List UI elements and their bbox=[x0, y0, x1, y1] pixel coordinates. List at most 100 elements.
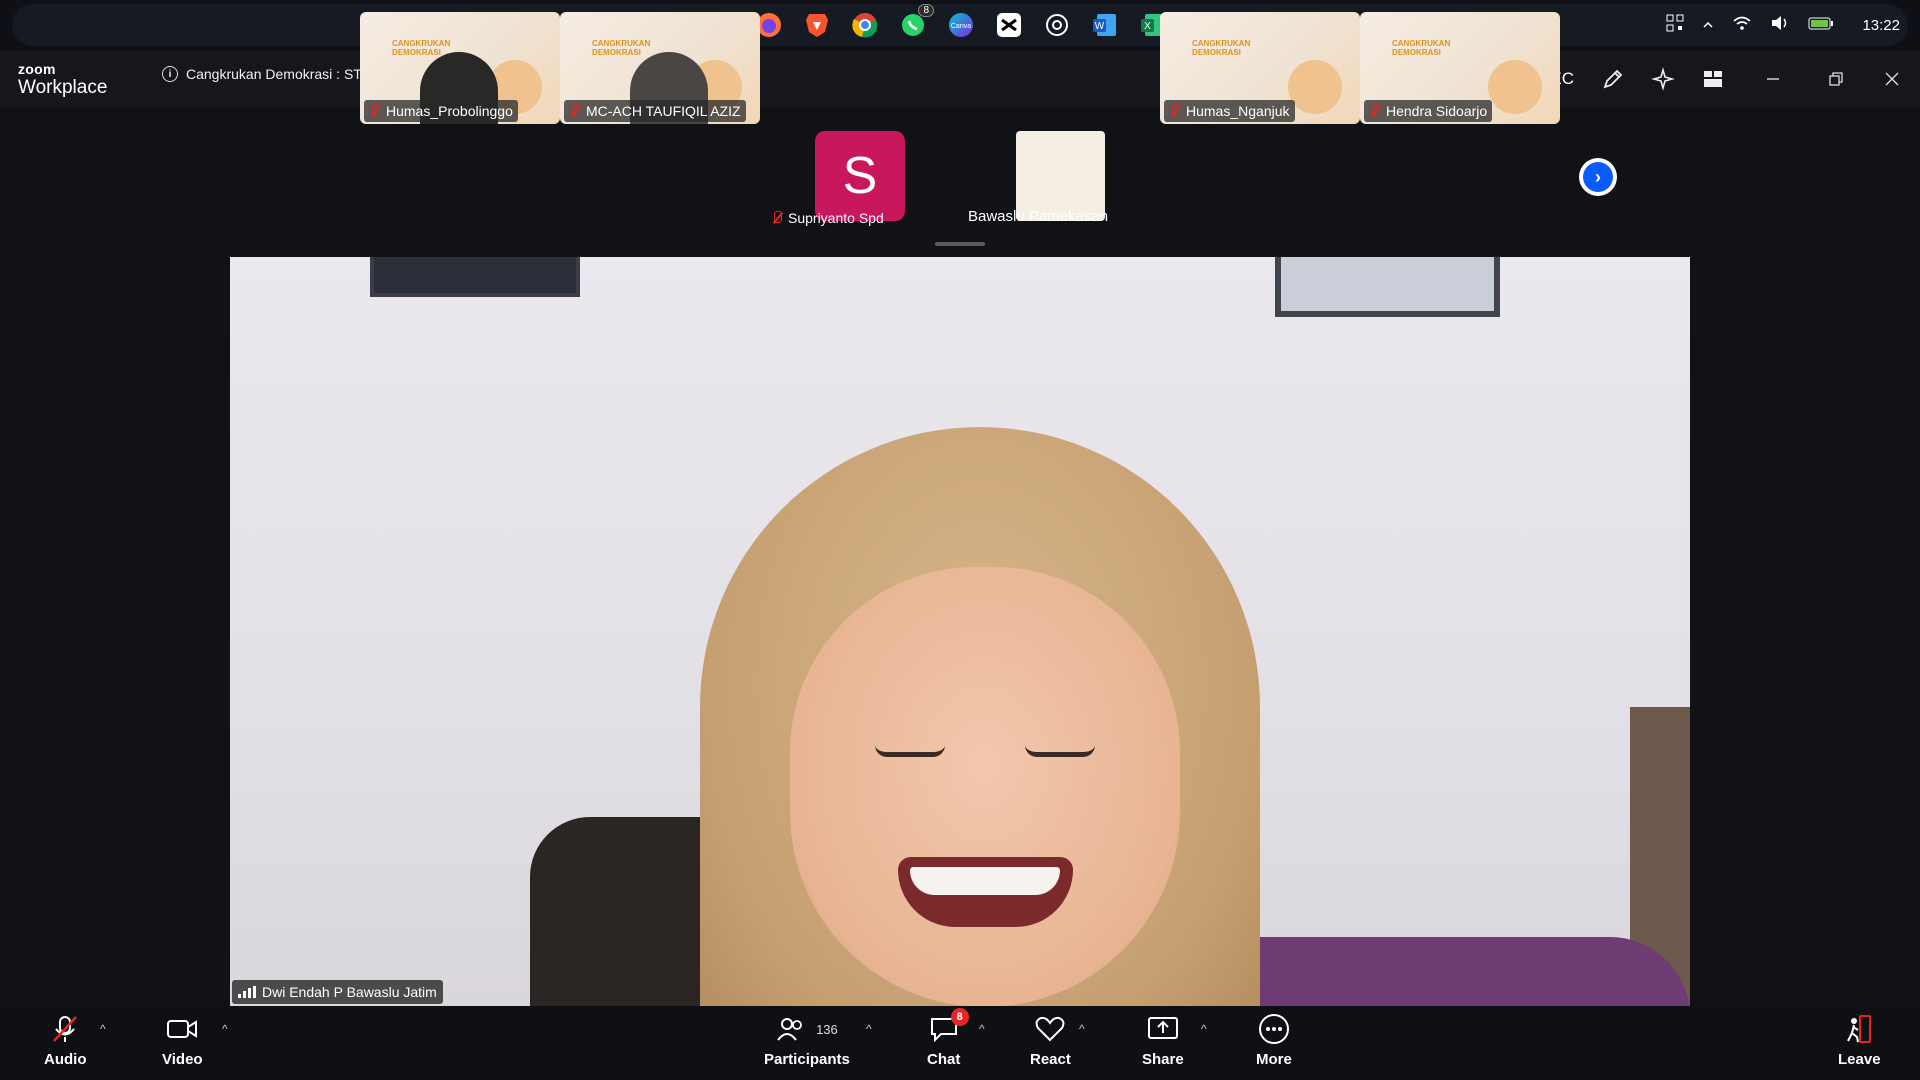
share-options-caret-icon[interactable]: ^ bbox=[1201, 1022, 1207, 1036]
canva-label: Canva bbox=[951, 23, 971, 30]
whatsapp-icon[interactable]: 8 bbox=[896, 4, 934, 42]
decor-circle bbox=[1488, 60, 1542, 114]
participants-label: Participants bbox=[764, 1051, 850, 1068]
minimize-button[interactable] bbox=[1738, 50, 1808, 108]
battery-icon[interactable] bbox=[1808, 15, 1834, 35]
slide-decoration: CANGKRUKAN DEMOKRASI bbox=[592, 39, 651, 57]
chatgpt-icon[interactable] bbox=[1040, 8, 1074, 42]
meeting-controls: Audio ^ Video ^ 136 Participants ^ 8 Cha… bbox=[0, 1006, 1920, 1080]
mouth bbox=[898, 857, 1073, 927]
participant-name: Humas_Nganjuk bbox=[1186, 103, 1290, 119]
participants-button[interactable]: 136 Participants bbox=[764, 1014, 850, 1068]
video-options-caret-icon[interactable]: ^ bbox=[222, 1022, 228, 1036]
annotate-pen-icon[interactable] bbox=[1588, 50, 1638, 108]
share-button[interactable]: Share bbox=[1142, 1014, 1184, 1068]
mic-muted-icon bbox=[771, 211, 783, 225]
mic-muted-icon bbox=[1369, 104, 1381, 118]
react-options-caret-icon[interactable]: ^ bbox=[1079, 1022, 1085, 1036]
decor-circle bbox=[1288, 60, 1342, 114]
participants-options-caret-icon[interactable]: ^ bbox=[866, 1022, 872, 1036]
restore-button[interactable] bbox=[1808, 50, 1864, 108]
zoom-title-bar: zoom Workplace i Cangkrukan Demokrasi : … bbox=[0, 50, 1920, 108]
qr-icon[interactable] bbox=[1666, 14, 1684, 36]
participant-name: Humas_Probolinggo bbox=[386, 103, 513, 119]
mic-muted-icon bbox=[369, 104, 381, 118]
react-button[interactable]: React bbox=[1030, 1014, 1071, 1068]
react-label: React bbox=[1030, 1051, 1071, 1068]
participant-name-tag: Humas_Nganjuk bbox=[1164, 100, 1295, 122]
zoom-workplace-logo: zoom Workplace bbox=[18, 62, 107, 97]
windows-taskbar: 8 Canva W X zoom bbox=[0, 0, 1920, 50]
info-icon[interactable]: i bbox=[162, 66, 178, 82]
video-camera-icon bbox=[166, 1014, 198, 1044]
system-tray: 13:22 bbox=[1666, 0, 1900, 50]
eye bbox=[875, 745, 945, 757]
word-icon[interactable]: W bbox=[1088, 8, 1122, 42]
svg-text:W: W bbox=[1095, 21, 1105, 32]
participant-tile[interactable]: CANGKRUKAN DEMOKRASI MC-ACH TAUFIQIL AZI… bbox=[560, 12, 760, 124]
chrome-icon[interactable] bbox=[848, 8, 882, 42]
signal-strength-icon bbox=[238, 986, 256, 998]
chat-bubble-icon: 8 bbox=[929, 1008, 969, 1044]
participants-icon: 136 bbox=[776, 1014, 838, 1044]
chat-options-caret-icon[interactable]: ^ bbox=[979, 1022, 985, 1036]
logo-zoom-text: zoom bbox=[18, 61, 56, 77]
participant-name: Hendra Sidoarjo bbox=[1386, 103, 1488, 119]
participant-tile[interactable]: CANGKRUKAN DEMOKRASI Humas_Nganjuk bbox=[1160, 12, 1360, 124]
speaker-face bbox=[790, 567, 1180, 1006]
participant-name: Supriyanto Spd bbox=[788, 210, 884, 226]
logo-workplace-text: Workplace bbox=[18, 77, 108, 98]
more-button[interactable]: More bbox=[1256, 1014, 1292, 1068]
strip-resize-handle[interactable] bbox=[935, 242, 985, 246]
speaker-name: Dwi Endah P Bawaslu Jatim bbox=[262, 984, 437, 1000]
share-screen-icon bbox=[1147, 1014, 1179, 1044]
more-label: More bbox=[1256, 1051, 1292, 1068]
video-button[interactable]: Video bbox=[162, 1014, 203, 1068]
mic-muted-icon bbox=[50, 1014, 80, 1044]
participant-tile[interactable]: CANGKRUKAN DEMOKRASI Hendra Sidoarjo bbox=[1360, 12, 1560, 124]
heart-icon bbox=[1034, 1014, 1066, 1044]
active-speaker-video[interactable]: Dwi Endah P Bawaslu Jatim bbox=[230, 257, 1690, 1006]
audio-button[interactable]: Audio bbox=[44, 1014, 87, 1068]
participant-tile[interactable]: CANGKRUKAN DEMOKRASI Humas_Probolinggo bbox=[360, 12, 560, 124]
ai-companion-icon[interactable] bbox=[1638, 50, 1688, 108]
wall-frame bbox=[370, 257, 580, 297]
participant-name: Bawaslu Pamekasan bbox=[968, 208, 1109, 225]
eye bbox=[1025, 745, 1095, 757]
close-button[interactable] bbox=[1864, 50, 1920, 108]
brave-icon[interactable] bbox=[800, 8, 834, 42]
more-options-icon bbox=[1258, 1014, 1290, 1044]
svg-text:X: X bbox=[1144, 21, 1151, 32]
speaker-name-tag: Dwi Endah P Bawaslu Jatim bbox=[232, 980, 443, 1004]
clock[interactable]: 13:22 bbox=[1862, 17, 1900, 34]
audio-options-caret-icon[interactable]: ^ bbox=[100, 1022, 106, 1036]
slide-decoration: CANGKRUKAN DEMOKRASI bbox=[1192, 39, 1251, 57]
wall-frame bbox=[1275, 257, 1500, 317]
participant-strip bbox=[0, 108, 1920, 250]
leave-door-icon bbox=[1844, 1014, 1874, 1044]
volume-icon[interactable] bbox=[1770, 15, 1790, 35]
participant-name-tag: Hendra Sidoarjo bbox=[1364, 100, 1493, 122]
chevron-up-icon[interactable] bbox=[1702, 17, 1714, 34]
share-label: Share bbox=[1142, 1051, 1184, 1068]
participant-name-tag: Supriyanto Spd bbox=[766, 207, 889, 229]
chat-unread-badge: 8 bbox=[950, 1008, 969, 1026]
video-label: Video bbox=[162, 1051, 203, 1068]
avatar-initial: S bbox=[842, 147, 878, 205]
wifi-icon[interactable] bbox=[1732, 15, 1752, 35]
whatsapp-badge: 8 bbox=[918, 4, 934, 17]
mic-muted-icon bbox=[1169, 104, 1181, 118]
participant-name-tag: Humas_Probolinggo bbox=[364, 100, 518, 122]
canva-icon[interactable]: Canva bbox=[944, 8, 978, 42]
view-layout-icon[interactable] bbox=[1688, 50, 1738, 108]
mic-muted-icon bbox=[569, 104, 581, 118]
chevron-right-icon: › bbox=[1583, 162, 1613, 192]
participant-name: MC-ACH TAUFIQIL AZIZ bbox=[586, 103, 741, 119]
next-page-button[interactable]: › bbox=[1579, 158, 1617, 196]
capcut-icon[interactable] bbox=[992, 8, 1026, 42]
leave-label: Leave bbox=[1838, 1051, 1881, 1068]
audio-label: Audio bbox=[44, 1051, 87, 1068]
chat-button[interactable]: 8 Chat bbox=[927, 1008, 969, 1068]
leave-button[interactable]: Leave bbox=[1838, 1014, 1881, 1068]
chat-label: Chat bbox=[927, 1051, 961, 1068]
